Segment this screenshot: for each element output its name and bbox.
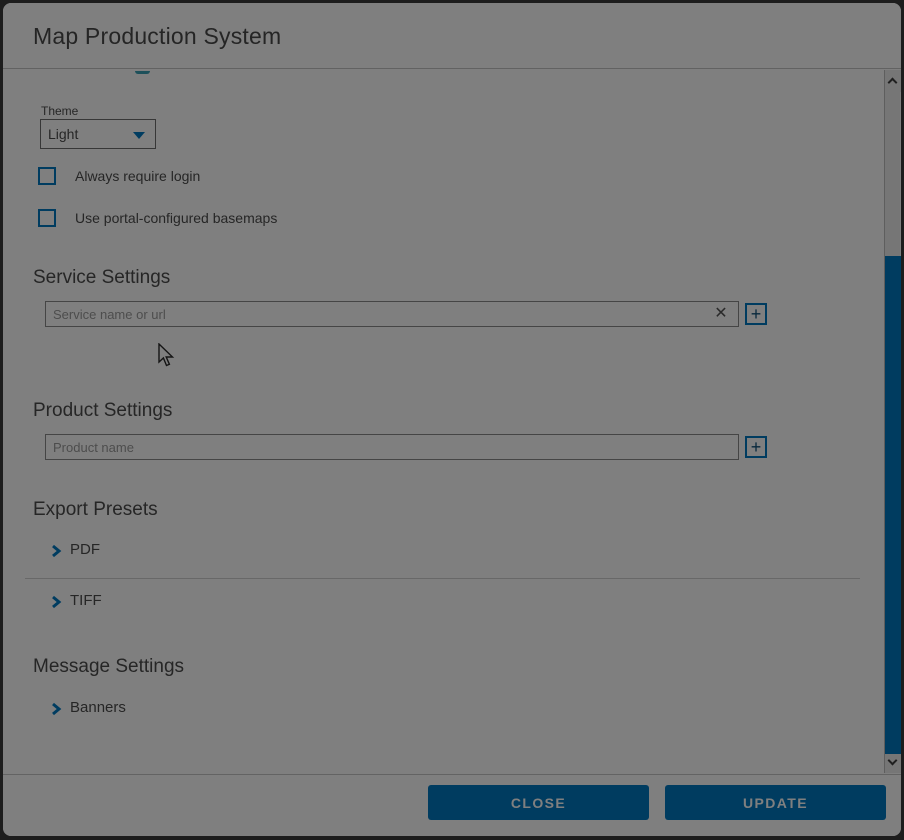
chevron-right-icon [50, 544, 62, 563]
theme-select[interactable]: Light [40, 119, 156, 149]
service-name-input[interactable] [45, 301, 739, 327]
chevron-right-icon [50, 595, 62, 614]
theme-label: Theme [41, 104, 78, 118]
checkbox-label: Always require login [75, 168, 200, 184]
map-production-dialog: Map Production System Theme Light Always… [3, 3, 901, 836]
scroll-down-icon [888, 756, 898, 766]
product-name-input[interactable] [45, 434, 739, 460]
mouse-cursor [157, 343, 179, 369]
add-product-button[interactable]: + [745, 436, 767, 458]
dialog-footer: CLOSE UPDATE [3, 774, 901, 836]
settings-scroll-area: Theme Light Always require login Use por… [3, 70, 884, 774]
checkbox-portal-basemaps[interactable] [38, 209, 56, 227]
clear-icon[interactable]: ✕ [711, 304, 731, 324]
export-presets-heading: Export Presets [33, 499, 158, 521]
expander-label: TIFF [70, 592, 102, 609]
product-settings-heading: Product Settings [33, 400, 172, 422]
scroll-up-button[interactable] [885, 70, 901, 92]
update-button[interactable]: UPDATE [665, 785, 886, 820]
expander-label: PDF [70, 541, 100, 558]
close-button[interactable]: CLOSE [428, 785, 649, 820]
scrollbar-thumb[interactable] [885, 256, 901, 754]
theme-select-value: Light [48, 126, 78, 142]
screen: Map Production System Theme Light Always… [0, 0, 904, 840]
checkbox-always-require-login[interactable] [38, 167, 56, 185]
dialog-title: Map Production System [33, 23, 281, 50]
dialog-header: Map Production System [3, 3, 901, 69]
checkbox-label: Use portal-configured basemaps [75, 210, 277, 226]
scroll-down-button[interactable] [885, 754, 901, 773]
clipped-element [135, 71, 150, 74]
divider [25, 578, 860, 579]
scroll-up-icon [888, 78, 898, 88]
scrollbar [884, 70, 900, 773]
expander-label: Banners [70, 699, 126, 716]
add-service-button[interactable]: + [745, 303, 767, 325]
chevron-right-icon [50, 702, 62, 721]
message-settings-heading: Message Settings [33, 656, 184, 678]
chevron-down-icon [133, 132, 145, 139]
service-settings-heading: Service Settings [33, 267, 170, 289]
